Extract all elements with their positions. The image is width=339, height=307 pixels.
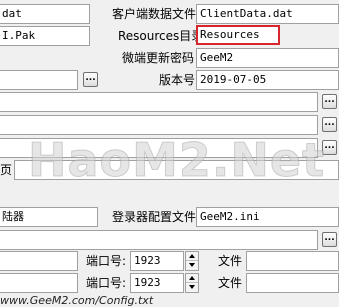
browse-button-2[interactable]: ... — [322, 117, 337, 132]
spin-up-icon[interactable] — [186, 274, 198, 283]
path-field-1[interactable] — [0, 92, 318, 112]
file-label-2: 文件 — [218, 276, 243, 290]
browse-button-1[interactable]: ... — [322, 94, 337, 109]
port-spinner-1[interactable] — [185, 251, 199, 271]
path-field-2[interactable] — [0, 115, 318, 135]
version-label: 版本号 — [159, 73, 196, 87]
client-data-label: 客户端数据文件 — [112, 7, 197, 21]
browse-button-row4[interactable]: ... — [83, 72, 98, 87]
login-config-label: 登录器配置文件 — [112, 210, 197, 224]
version-field[interactable]: 2019-07-05 — [196, 70, 339, 90]
launcher-left-field[interactable]: 陆器 — [0, 207, 98, 227]
browse-button-4[interactable]: ... — [322, 232, 337, 247]
file-label-1: 文件 — [218, 254, 243, 268]
spin-up-icon[interactable] — [186, 252, 198, 261]
file-field-1[interactable] — [246, 251, 339, 271]
partial-left-label: 页 — [0, 163, 13, 177]
resources-label: Resources目录 — [118, 29, 204, 43]
port-label-1: 端口号: — [86, 254, 127, 268]
dat-left-field[interactable]: dat — [0, 4, 90, 24]
port-field-1[interactable]: 1923 — [130, 251, 184, 271]
spin-down-icon[interactable] — [186, 283, 198, 292]
row10-field[interactable] — [0, 230, 318, 250]
spin-down-icon[interactable] — [186, 261, 198, 270]
row4-left-field[interactable] — [0, 70, 78, 90]
port-label-2: 端口号: — [86, 276, 127, 290]
host-field-2[interactable] — [0, 273, 78, 293]
port-spinner-2[interactable] — [185, 273, 199, 293]
update-password-field[interactable]: GeeM2 — [196, 48, 339, 68]
path-field-4[interactable] — [14, 160, 339, 180]
file-field-2[interactable] — [246, 273, 339, 293]
pak-left-field[interactable]: I.Pak — [0, 26, 90, 46]
login-config-field[interactable]: GeeM2.ini — [196, 207, 339, 227]
host-field-1[interactable] — [0, 251, 78, 271]
resources-field[interactable]: Resources — [196, 25, 280, 45]
client-data-field[interactable]: ClientData.dat — [196, 4, 339, 24]
browse-button-3[interactable]: ... — [322, 140, 337, 155]
footer-url: www.GeeM2.com/Config.txt — [0, 294, 154, 307]
update-password-label: 微端更新密码 — [122, 51, 195, 65]
path-field-3[interactable] — [0, 138, 318, 158]
port-field-2[interactable]: 1923 — [130, 273, 184, 293]
